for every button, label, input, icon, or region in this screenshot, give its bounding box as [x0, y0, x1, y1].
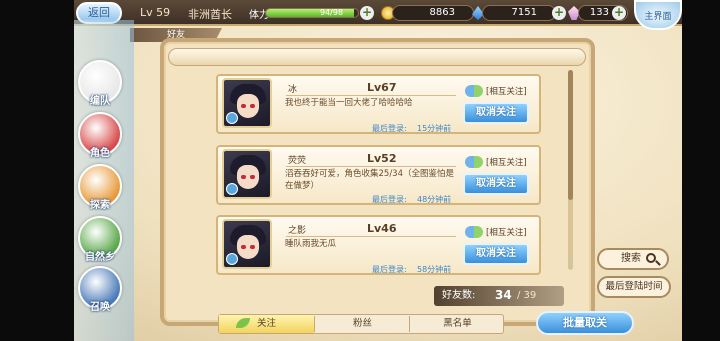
- gold-amount: 8863: [392, 5, 474, 21]
- add-crystals-button[interactable]: +: [612, 6, 626, 20]
- friend-count: 34: [495, 288, 512, 302]
- stamina-value: 94/98: [320, 8, 344, 17]
- friend-name: 冰: [288, 85, 298, 95]
- sidebar-item-label: 自然乡: [85, 252, 115, 263]
- unfollow-button[interactable]: 取消关注: [463, 243, 529, 265]
- last-login-time: 48分钟前: [417, 195, 452, 204]
- friend-message: 我也终于能当一回大佬了哈哈哈哈: [285, 98, 413, 108]
- avatar-badge-icon: [226, 253, 238, 265]
- sort-last-login-button[interactable]: 最后登陆时间: [597, 276, 671, 298]
- letterbox-right: [682, 0, 720, 341]
- avatar-badge-icon: [226, 183, 238, 195]
- avatar-badge-icon: [226, 112, 238, 124]
- divider: [286, 166, 456, 167]
- sidebar-item-label: 角色: [90, 148, 110, 159]
- add-stamina-button[interactable]: +: [360, 6, 374, 20]
- search-button[interactable]: 搜索: [597, 248, 669, 270]
- friend-level: Lv46: [367, 222, 397, 235]
- divider: [286, 236, 456, 237]
- mutual-follow-icon: [465, 156, 483, 168]
- friend-name: 荧荧: [288, 156, 307, 166]
- player-name: 非洲酋长: [188, 8, 232, 21]
- last-login-time: 58分钟前: [417, 265, 452, 274]
- search-label: 搜索: [621, 253, 641, 264]
- stamina-bar: [265, 8, 359, 18]
- friend-count-label: 好友数:: [442, 290, 476, 301]
- last-login-label: 最后登录:: [372, 265, 407, 274]
- scrollbar-thumb[interactable]: [568, 70, 573, 200]
- gem-amount: 7151: [482, 5, 556, 21]
- player-level: Lv 59: [140, 6, 171, 19]
- friend-name: 之影: [288, 226, 307, 236]
- tab-blacklist[interactable]: 黑名单: [410, 315, 505, 333]
- mutual-follow-label: [相互关注]: [486, 228, 527, 238]
- sidebar-item-label: 探索: [90, 200, 110, 211]
- friend-message: 睡队雨我无瓜: [285, 239, 337, 249]
- last-login-time: 15分钟前: [417, 124, 452, 133]
- mutual-follow-label: [相互关注]: [486, 158, 527, 168]
- avatar[interactable]: [222, 219, 272, 269]
- avatar[interactable]: [222, 78, 272, 128]
- tab-fans[interactable]: 粉丝: [315, 315, 410, 333]
- friend-message: 滔吞吞好可爱，角色收集25/34（全图鉴怕是在做梦）: [285, 169, 454, 191]
- last-login-label: 最后登录:: [372, 195, 407, 204]
- sidebar-item-label: 召唤: [90, 302, 110, 313]
- friend-level: Lv52: [367, 152, 397, 165]
- scroll-roller: [168, 48, 586, 66]
- friend-level: Lv67: [367, 81, 397, 94]
- add-gems-button[interactable]: +: [552, 6, 566, 20]
- unfollow-button[interactable]: 取消关注: [463, 102, 529, 124]
- divider: [286, 95, 456, 96]
- tab-following[interactable]: 关注: [219, 315, 314, 333]
- last-login-label: 最后登录:: [372, 124, 407, 133]
- avatar[interactable]: [222, 149, 272, 199]
- mutual-follow-label: [相互关注]: [486, 87, 527, 97]
- mutual-follow-icon: [465, 85, 483, 97]
- mutual-follow-icon: [465, 226, 483, 238]
- game-screen: 返回 Lv 59 非洲酋长 体力 94/98 + 8863 7151 + 133…: [0, 0, 720, 341]
- sidebar-item-label: 编队: [90, 96, 110, 107]
- batch-unfollow-button[interactable]: 批量取关: [536, 311, 634, 335]
- letterbox-left: [0, 0, 74, 341]
- unfollow-button[interactable]: 取消关注: [463, 173, 529, 195]
- friend-max: / 39: [517, 290, 537, 301]
